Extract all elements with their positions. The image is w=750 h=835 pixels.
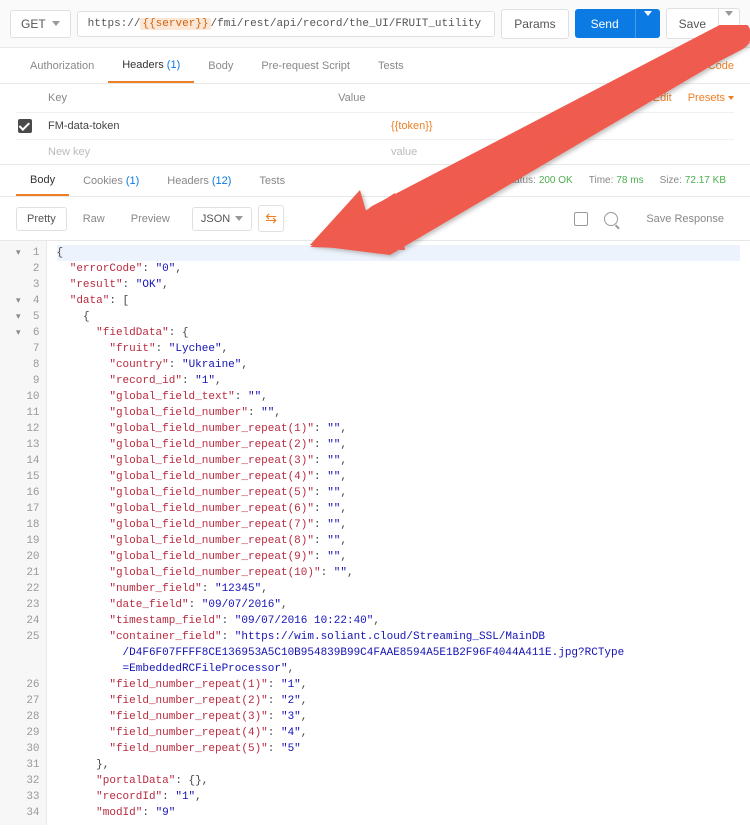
request-tabs: Authorization Headers (1) Body Pre-reque… — [0, 48, 750, 84]
search-icon[interactable] — [604, 212, 618, 226]
request-bar: GET https://{{server}}/fmi/rest/api/reco… — [0, 0, 750, 48]
copy-icon[interactable] — [574, 212, 588, 226]
header-key-col: Key — [48, 92, 338, 104]
wrap-icon[interactable]: ⇆ — [258, 205, 284, 232]
chevron-down-icon — [644, 11, 652, 31]
response-controls: Pretty Raw Preview JSON ⇆ Save Response — [0, 197, 750, 241]
response-tabs: Body Cookies (1) Headers (12) Tests Stat… — [0, 165, 750, 197]
format-select[interactable]: JSON — [192, 207, 252, 231]
status-label: Status: — [505, 175, 536, 186]
chevron-down-icon — [235, 216, 243, 221]
header-value-col: Value — [338, 92, 628, 104]
header-value[interactable]: {{token}} — [391, 120, 734, 132]
triangle-down-icon — [728, 96, 734, 100]
tab-prerequest[interactable]: Pre-request Script — [247, 48, 364, 83]
table-row: FM-data-token {{token}} — [16, 112, 734, 139]
tab-tests[interactable]: Tests — [364, 48, 418, 83]
code-link[interactable]: Code — [708, 60, 734, 72]
presets-dropdown[interactable]: Presets — [688, 92, 734, 104]
chevron-down-icon — [52, 21, 60, 26]
raw-button[interactable]: Raw — [73, 208, 115, 230]
bulk-edit-link[interactable]: Bulk Edit — [628, 92, 671, 104]
method-select[interactable]: GET — [10, 10, 71, 38]
tab-headers[interactable]: Headers (1) — [108, 48, 194, 83]
chevron-down-icon — [725, 11, 733, 31]
time-value: 78 ms — [616, 175, 643, 186]
tab-response-body[interactable]: Body — [16, 165, 69, 196]
header-key[interactable]: FM-data-token — [48, 120, 391, 132]
tab-response-headers[interactable]: Headers (12) — [153, 165, 245, 196]
new-key-input[interactable]: New key — [48, 146, 391, 158]
params-button[interactable]: Params — [501, 9, 568, 39]
pretty-button[interactable]: Pretty — [16, 207, 67, 231]
size-value: 72.17 KB — [685, 175, 726, 186]
checkbox-checked[interactable] — [18, 119, 32, 133]
tab-authorization[interactable]: Authorization — [16, 48, 108, 83]
tab-body[interactable]: Body — [194, 48, 247, 83]
method-label: GET — [21, 17, 46, 31]
response-body[interactable]: 1234567891011121314151617181920212223242… — [0, 241, 750, 835]
tab-response-tests[interactable]: Tests — [245, 165, 299, 196]
table-row-new: New key value — [16, 139, 734, 164]
save-dropdown[interactable] — [718, 8, 740, 39]
preview-button[interactable]: Preview — [121, 208, 180, 230]
tab-response-cookies[interactable]: Cookies (1) — [69, 165, 153, 196]
size-label: Size: — [660, 175, 682, 186]
status-value: 200 OK — [539, 175, 573, 186]
url-input[interactable]: https://{{server}}/fmi/rest/api/record/t… — [77, 11, 496, 37]
send-dropdown[interactable] — [635, 9, 660, 38]
cookies-link[interactable]: Cookies — [656, 60, 696, 72]
headers-table: Key Value Bulk Edit Presets FM-data-toke… — [0, 84, 750, 165]
send-button[interactable]: Send — [575, 9, 635, 38]
new-value-input[interactable]: value — [391, 146, 734, 158]
save-button[interactable]: Save — [666, 8, 718, 39]
save-response-button[interactable]: Save Response — [636, 208, 734, 230]
time-label: Time: — [589, 175, 614, 186]
url-variable: {{server}} — [140, 18, 210, 30]
